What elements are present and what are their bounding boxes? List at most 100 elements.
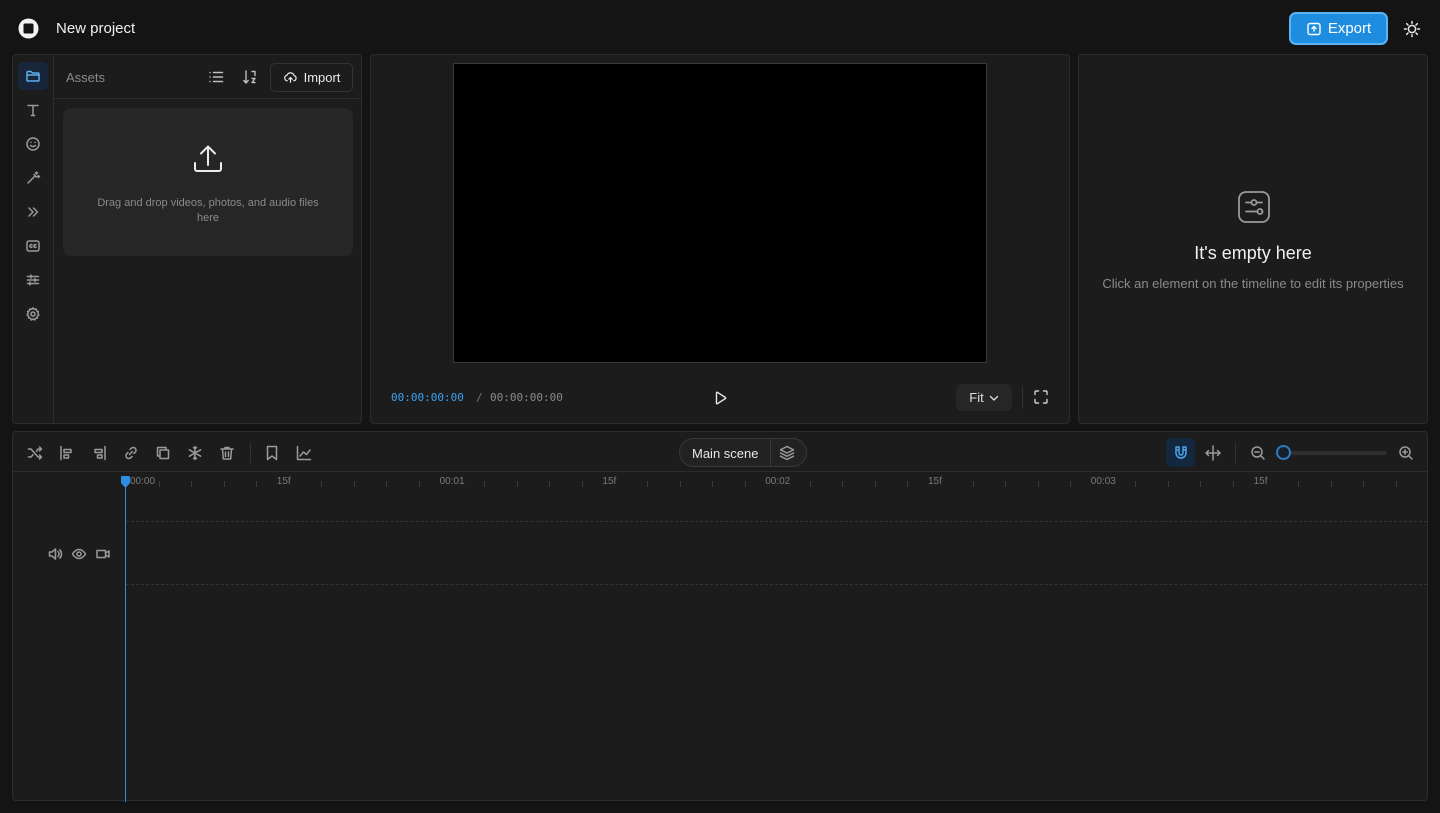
ruler-tick <box>1200 481 1202 487</box>
export-button[interactable]: Export <box>1289 12 1388 45</box>
import-button[interactable]: Import <box>270 63 353 92</box>
ruler-tick <box>1070 481 1072 487</box>
track-row[interactable] <box>126 521 1427 585</box>
text-icon <box>27 104 39 117</box>
settings-icon <box>26 307 40 321</box>
magnet-icon <box>1174 445 1187 459</box>
ruler-tick <box>581 481 583 487</box>
snap-toggle[interactable] <box>1166 438 1195 467</box>
ruler-label: 15f <box>276 476 291 487</box>
playhead-line <box>125 480 126 802</box>
zoom-slider-track[interactable] <box>1281 451 1387 455</box>
preview-canvas[interactable] <box>453 63 987 363</box>
layers-icon[interactable] <box>778 444 796 462</box>
sidebar-item-media[interactable] <box>18 62 48 90</box>
ruler-tick <box>484 481 486 487</box>
project-title[interactable]: New project <box>56 20 135 37</box>
divider <box>770 439 771 466</box>
sidebar-item-text[interactable] <box>18 96 48 124</box>
upload-icon <box>194 145 222 172</box>
sidebar-item-captions[interactable] <box>18 232 48 260</box>
ruler-tick <box>1298 481 1300 487</box>
ruler-tick <box>191 481 193 487</box>
freeze-icon[interactable] <box>186 444 204 462</box>
ruler-label: 15f <box>602 476 617 487</box>
track-controls <box>47 546 117 562</box>
ruler-tick <box>646 481 648 487</box>
sidebar-item-adjust[interactable] <box>18 266 48 294</box>
duplicate-icon[interactable] <box>154 444 172 462</box>
sidebar-item-settings[interactable] <box>18 300 48 328</box>
sidebar-item-effects[interactable] <box>18 164 48 192</box>
ruler-tick <box>158 481 160 487</box>
sticker-icon <box>26 137 40 151</box>
theme-toggle-sun-icon[interactable] <box>1402 19 1422 39</box>
ruler-label: 00:00 <box>130 476 156 487</box>
ruler-label: 00:03 <box>1090 476 1116 487</box>
link-icon[interactable] <box>122 444 140 462</box>
ruler-tick <box>907 481 909 487</box>
zoom-slider-thumb[interactable] <box>1276 445 1291 460</box>
eye-icon[interactable] <box>71 546 87 562</box>
align-left-icon[interactable] <box>58 444 76 462</box>
ruler-tick <box>1395 481 1397 487</box>
timeline-ruler[interactable]: 00:00 15f 00:01 15f 00:02 15f 00:03 15f <box>125 472 1427 494</box>
chevron-down-icon <box>989 395 998 401</box>
captions-icon <box>26 240 40 252</box>
video-camera-icon[interactable] <box>95 546 111 562</box>
ruler-tick <box>972 481 974 487</box>
empty-state-title: It's empty here <box>1194 243 1312 263</box>
keyframe-graph-icon[interactable] <box>295 444 313 462</box>
volume-icon[interactable] <box>47 546 63 562</box>
current-time: 00:00:00:00 <box>391 391 464 404</box>
time-separator: / <box>476 391 483 404</box>
ruler-tick <box>1037 481 1039 487</box>
sort-icon[interactable] <box>241 68 259 86</box>
zoom-out-icon[interactable] <box>1249 444 1267 462</box>
transitions-icon <box>28 207 39 217</box>
playhead-handle[interactable] <box>121 476 130 488</box>
timeline-panel: Main scene 00:00 15f 00:01 15f 00:02 15f 00:03… <box>12 431 1428 802</box>
fullscreen-icon[interactable] <box>1033 389 1049 405</box>
ruler-tick <box>516 481 518 487</box>
zoom-in-icon[interactable] <box>1397 444 1415 462</box>
ruler-tick <box>256 481 258 487</box>
adjustments-icon <box>26 274 40 286</box>
divider <box>1235 443 1236 463</box>
top-bar: New project Export <box>0 0 1440 54</box>
assets-panel: Assets Import Drag and drop videos, phot… <box>12 54 362 424</box>
divider <box>1022 387 1023 409</box>
scene-selector: Main scene <box>679 438 807 467</box>
ruler-tick <box>809 481 811 487</box>
zoom-fit-select[interactable]: Fit <box>956 384 1012 411</box>
cloud-upload-icon <box>283 72 297 83</box>
ruler-tick <box>842 481 844 487</box>
ruler-label: 00:02 <box>765 476 791 487</box>
ruler-tick <box>1233 481 1235 487</box>
ruler-tick <box>353 481 355 487</box>
ruler-tick <box>1135 481 1137 487</box>
properties-panel: It's empty here Click an element on the … <box>1078 54 1428 424</box>
ruler-tick <box>321 481 323 487</box>
fit-timeline-icon[interactable] <box>1204 444 1222 462</box>
export-label: Export <box>1327 20 1372 37</box>
sidebar-item-stickers[interactable] <box>18 130 48 158</box>
align-right-icon[interactable] <box>90 444 108 462</box>
bookmark-icon[interactable] <box>263 444 281 462</box>
import-label: Import <box>303 70 341 85</box>
sidebar-item-transitions[interactable] <box>18 198 48 226</box>
scene-label[interactable]: Main scene <box>692 446 758 461</box>
list-view-icon[interactable] <box>207 68 225 86</box>
shuffle-icon[interactable] <box>26 444 44 462</box>
ruler-tick <box>1363 481 1365 487</box>
total-time: 00:00:00:00 <box>490 391 563 404</box>
ruler-tick <box>549 481 551 487</box>
sidebar-rail <box>13 55 54 423</box>
upload-dropzone[interactable]: Drag and drop videos, photos, and audio … <box>63 108 353 256</box>
timeline-toolbar: Main scene <box>13 432 1427 472</box>
preview-panel: 00:00:00:00 / 00:00:00:00 Fit <box>370 54 1070 424</box>
play-icon[interactable] <box>711 389 729 407</box>
fit-label: Fit <box>969 390 984 405</box>
trash-icon[interactable] <box>218 444 236 462</box>
ruler-tick <box>1167 481 1169 487</box>
